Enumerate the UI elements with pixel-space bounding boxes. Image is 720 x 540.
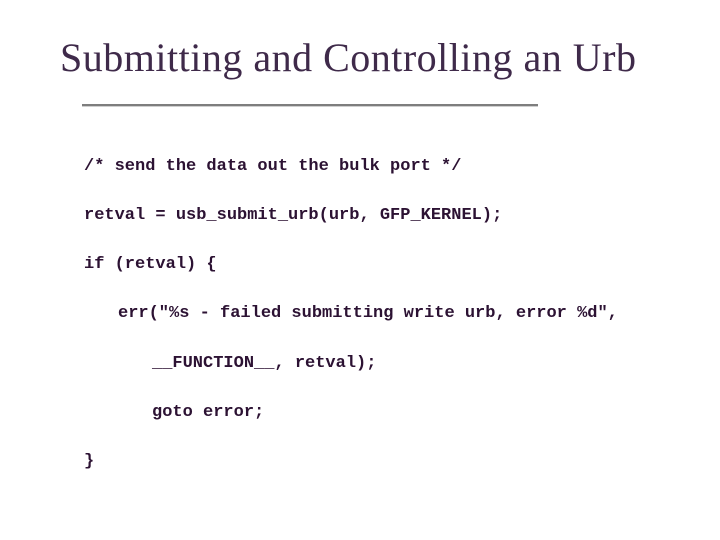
code-line: retval = usb_submit_urb(urb, GFP_KERNEL)… [84,204,690,229]
code-line: __FUNCTION__, retval); [84,352,690,377]
code-line: } [84,450,690,475]
code-block: /* send the data out the bulk port */ re… [84,130,690,540]
slide-title: Submitting and Controlling an Urb [60,34,680,81]
title-underline [82,104,538,106]
code-line: if (retval) { [84,253,690,278]
blank-line [84,500,690,518]
code-line: /* send the data out the bulk port */ [84,155,690,180]
code-line: goto error; [84,401,690,426]
code-line: err("%s - failed submitting write urb, e… [84,302,690,327]
slide: Submitting and Controlling an Urb /* sen… [0,0,720,540]
